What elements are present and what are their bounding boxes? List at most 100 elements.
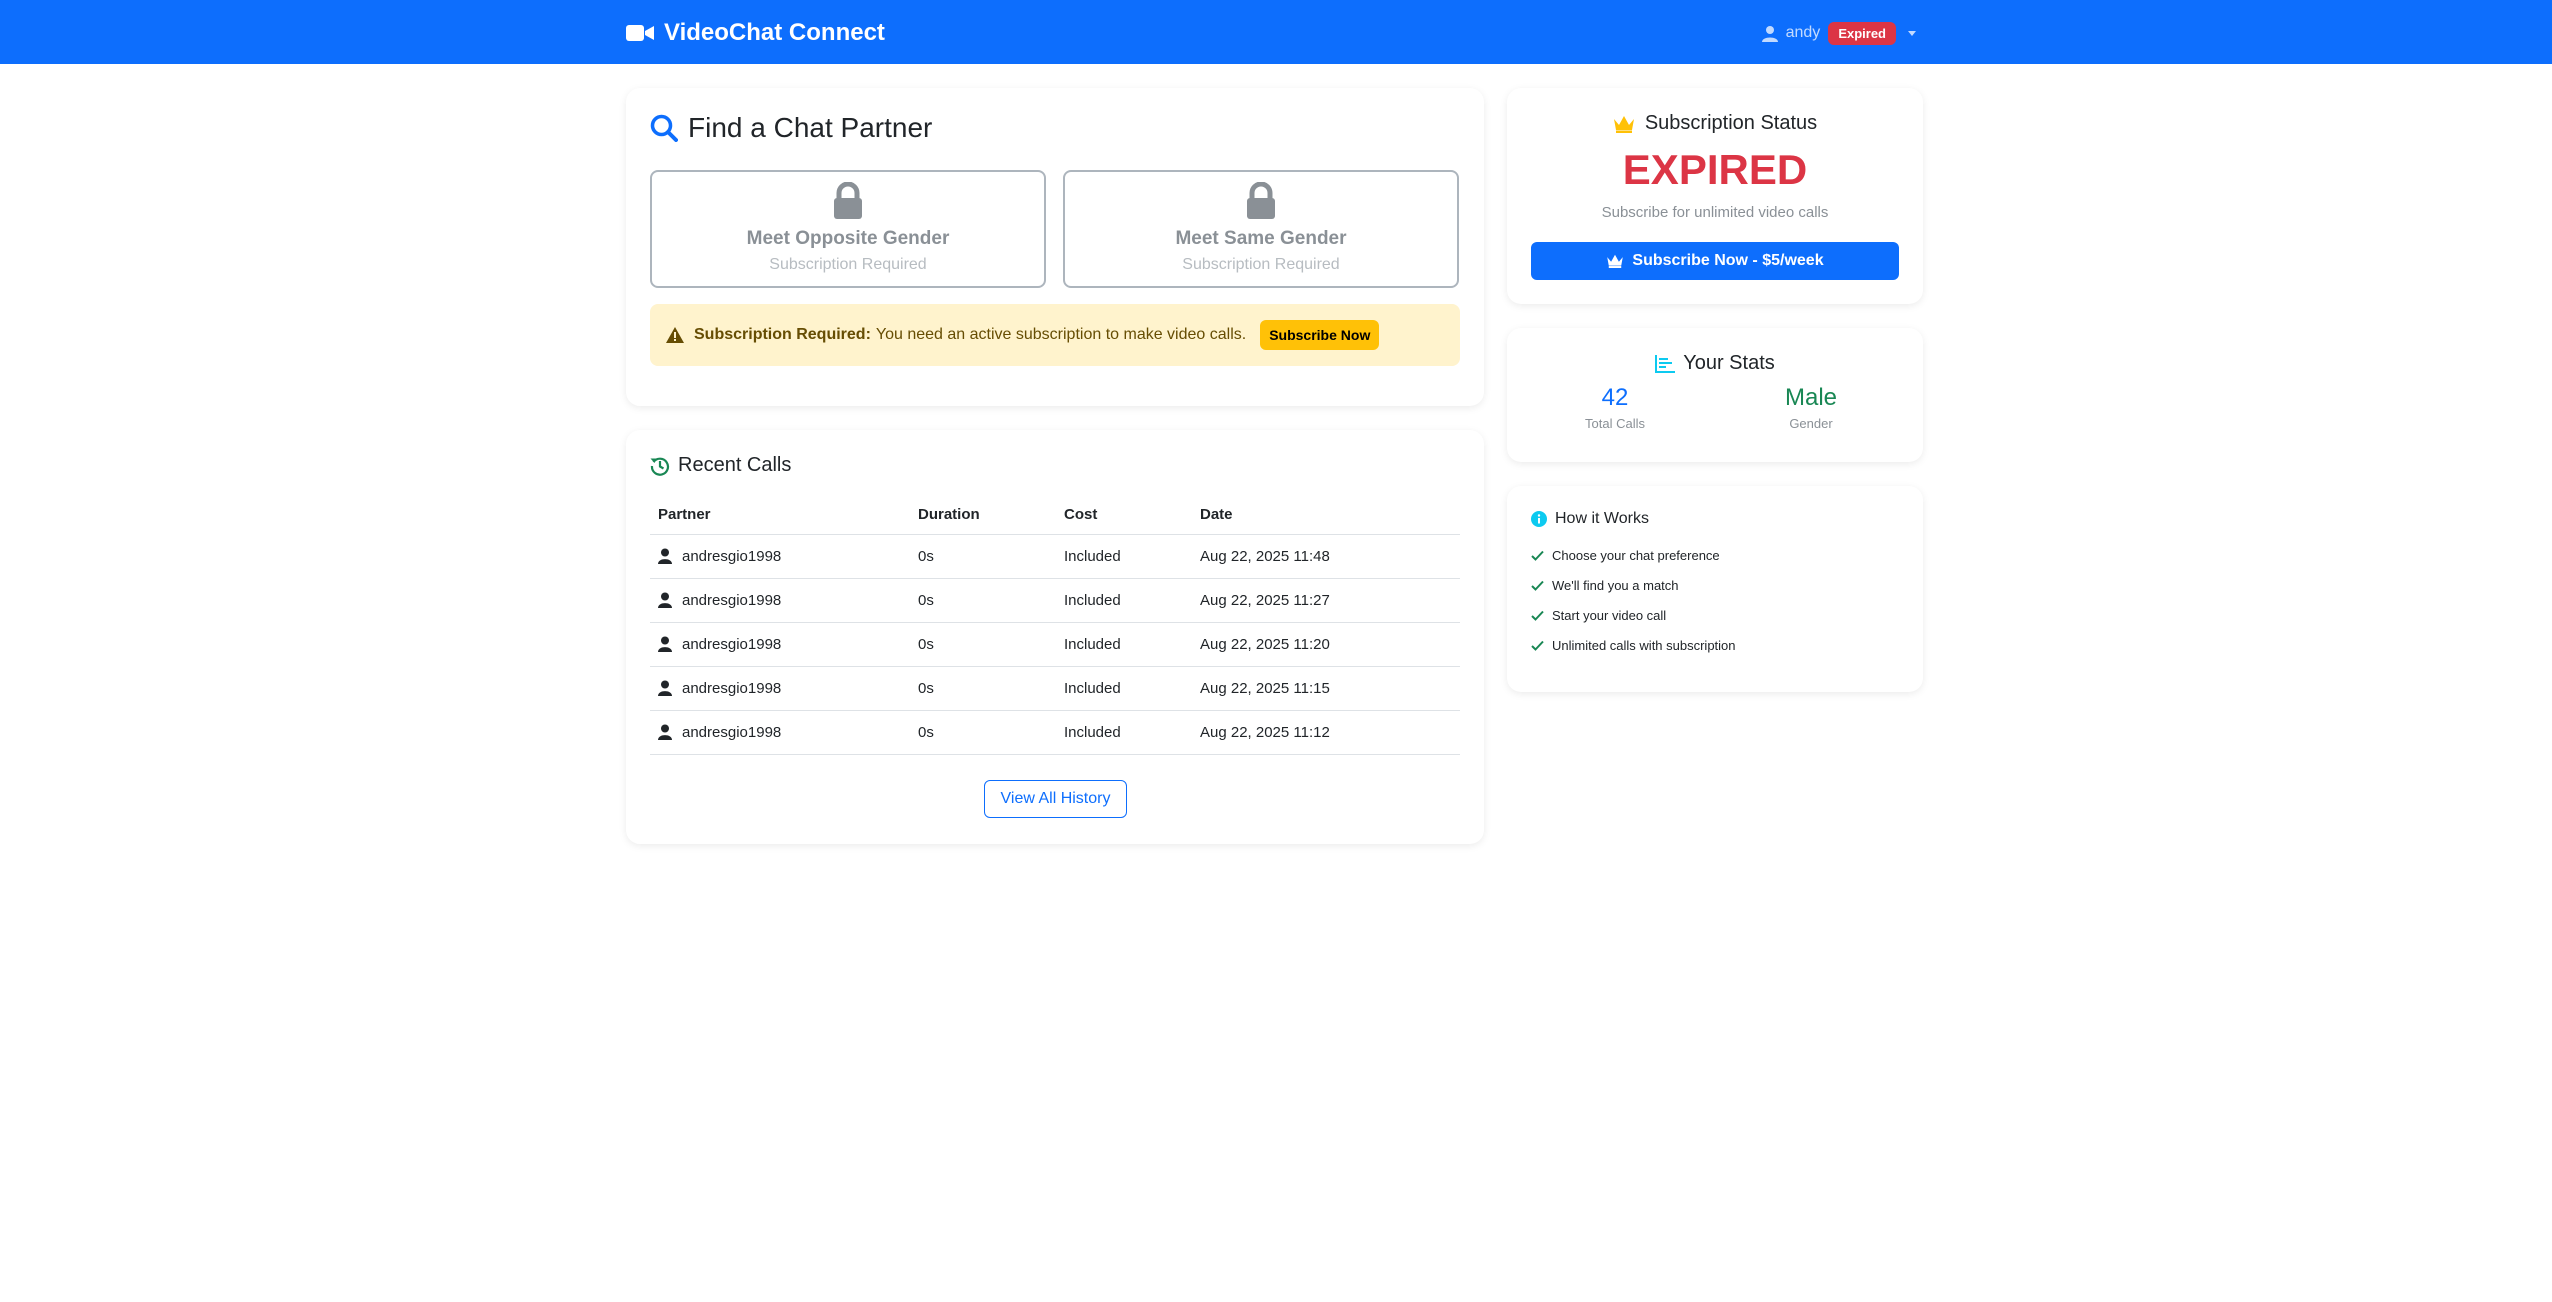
search-icon — [650, 114, 678, 142]
recent-calls-heading: Recent Calls — [650, 454, 791, 477]
list-item: Choose your chat preference — [1531, 540, 1736, 570]
partner-name: andresgio1998 — [682, 547, 782, 565]
how-it-works-title: How it Works — [1555, 510, 1649, 527]
recent-calls-title: Recent Calls — [678, 454, 792, 476]
column-header-duration: Duration — [910, 496, 1056, 535]
date-cell: Aug 22, 2025 11:15 — [1192, 666, 1460, 711]
user-icon — [658, 548, 672, 564]
partner-name: andresgio1998 — [682, 635, 782, 653]
partner-cell: andresgio1998 — [650, 622, 910, 667]
username: andy — [1785, 24, 1821, 41]
view-all-history-button[interactable]: View All History — [984, 780, 1127, 818]
check-icon — [1531, 610, 1544, 621]
partner-name: andresgio1998 — [682, 679, 782, 697]
brand-title: VideoChat Connect — [664, 19, 885, 46]
stat-gender: Male Gender — [1711, 384, 1911, 431]
status-badge: Expired — [1828, 21, 1896, 45]
crown-icon — [1607, 254, 1624, 268]
how-it-works-list: Choose your chat preference We'll find y… — [1531, 540, 1736, 660]
meet-same-gender-option[interactable]: Meet Same Gender Subscription Required — [1063, 170, 1459, 288]
find-partner-title: Find a Chat Partner — [688, 112, 933, 143]
alert-strong-text: Subscription Required: — [694, 326, 871, 343]
table-row: andresgio1998 0s Included Aug 22, 2025 1… — [650, 534, 1460, 579]
partner-cell: andresgio1998 — [650, 666, 910, 711]
total-calls-label: Total Calls — [1585, 416, 1645, 431]
alert-text: You need an active subscription to make … — [875, 326, 1247, 343]
option-title: Meet Same Gender — [1175, 228, 1347, 249]
warning-icon — [666, 327, 684, 343]
lock-icon — [834, 182, 862, 219]
list-item: Unlimited calls with subscription — [1531, 630, 1736, 660]
cost-cell: Included — [1056, 710, 1192, 755]
meet-opposite-gender-option[interactable]: Meet Opposite Gender Subscription Requir… — [650, 170, 1046, 288]
navbar: VideoChat Connect andy Expired — [0, 0, 2552, 64]
cost-cell: Included — [1056, 666, 1192, 711]
partner-cell: andresgio1998 — [650, 578, 910, 623]
user-icon — [658, 680, 672, 696]
user-icon — [658, 636, 672, 652]
recent-calls-card: Recent Calls Partner Duration Cost Date … — [626, 430, 1484, 844]
column-header-date: Date — [1192, 496, 1460, 535]
check-icon — [1531, 640, 1544, 651]
duration-cell: 0s — [910, 622, 1056, 667]
option-subtitle: Subscription Required — [769, 256, 927, 273]
chevron-down-icon — [1908, 30, 1916, 36]
how-it-works-heading: How it Works — [1531, 510, 1649, 528]
user-icon — [1761, 25, 1778, 42]
column-header-cost: Cost — [1056, 496, 1192, 535]
partner-cell: andresgio1998 — [650, 534, 910, 579]
lock-icon — [1247, 182, 1275, 219]
your-stats-title: Your Stats — [1683, 352, 1775, 374]
cost-cell: Included — [1056, 578, 1192, 623]
table-row: andresgio1998 0s Included Aug 22, 2025 1… — [650, 710, 1460, 755]
cost-cell: Included — [1056, 534, 1192, 579]
date-cell: Aug 22, 2025 11:48 — [1192, 534, 1460, 579]
your-stats-card: Your Stats 42 Total Calls Male Gender — [1507, 328, 1923, 462]
partner-name: andresgio1998 — [682, 723, 782, 741]
duration-cell: 0s — [910, 666, 1056, 711]
list-item: We'll find you a match — [1531, 570, 1736, 600]
brand-link[interactable]: VideoChat Connect — [626, 18, 885, 48]
info-icon — [1531, 511, 1547, 527]
video-camera-icon — [626, 25, 654, 41]
check-icon — [1531, 550, 1544, 561]
user-menu-toggle[interactable]: andy Expired — [1761, 20, 1916, 46]
option-title: Meet Opposite Gender — [746, 228, 950, 249]
table-row: andresgio1998 0s Included Aug 22, 2025 1… — [650, 622, 1460, 667]
option-subtitle: Subscription Required — [1182, 256, 1340, 273]
step-text: We'll find you a match — [1552, 577, 1679, 593]
subscription-status-title: Subscription Status — [1644, 112, 1818, 134]
find-partner-card: Find a Chat Partner Meet Opposite Gender… — [626, 88, 1484, 406]
step-text: Choose your chat preference — [1552, 547, 1720, 563]
subscription-status-card: Subscription Status EXPIRED Subscribe fo… — [1507, 88, 1923, 304]
recent-calls-table: Partner Duration Cost Date andresgio1998… — [650, 496, 1460, 755]
user-icon — [658, 592, 672, 608]
how-it-works-card: How it Works Choose your chat preference… — [1507, 486, 1923, 692]
date-cell: Aug 22, 2025 11:12 — [1192, 710, 1460, 755]
list-item: Start your video call — [1531, 600, 1736, 630]
crown-icon — [1613, 115, 1634, 133]
gender-label: Gender — [1789, 416, 1833, 431]
partner-cell: andresgio1998 — [650, 710, 910, 755]
subscribe-now-button[interactable]: Subscribe Now - $5/week — [1531, 242, 1899, 280]
duration-cell: 0s — [910, 534, 1056, 579]
step-text: Unlimited calls with subscription — [1552, 637, 1736, 653]
user-icon — [658, 724, 672, 740]
stat-total-calls: 42 Total Calls — [1515, 384, 1715, 431]
duration-cell: 0s — [910, 578, 1056, 623]
duration-cell: 0s — [910, 710, 1056, 755]
subscription-status-heading: Subscription Status — [1507, 112, 1923, 135]
find-partner-heading: Find a Chat Partner — [650, 112, 932, 144]
gender-value: Male — [1784, 384, 1838, 411]
chart-icon — [1655, 354, 1676, 373]
check-icon — [1531, 580, 1544, 591]
alert-subscribe-button[interactable]: Subscribe Now — [1260, 320, 1380, 350]
table-header-row: Partner Duration Cost Date — [650, 496, 1460, 535]
subscription-alert: Subscription Required: You need an activ… — [650, 304, 1460, 366]
table-row: andresgio1998 0s Included Aug 22, 2025 1… — [650, 578, 1460, 623]
table-row: andresgio1998 0s Included Aug 22, 2025 1… — [650, 666, 1460, 711]
subscription-description: Subscribe for unlimited video calls — [1601, 204, 1829, 221]
date-cell: Aug 22, 2025 11:20 — [1192, 622, 1460, 667]
cost-cell: Included — [1056, 622, 1192, 667]
subscription-status-value: EXPIRED — [1622, 146, 1808, 193]
